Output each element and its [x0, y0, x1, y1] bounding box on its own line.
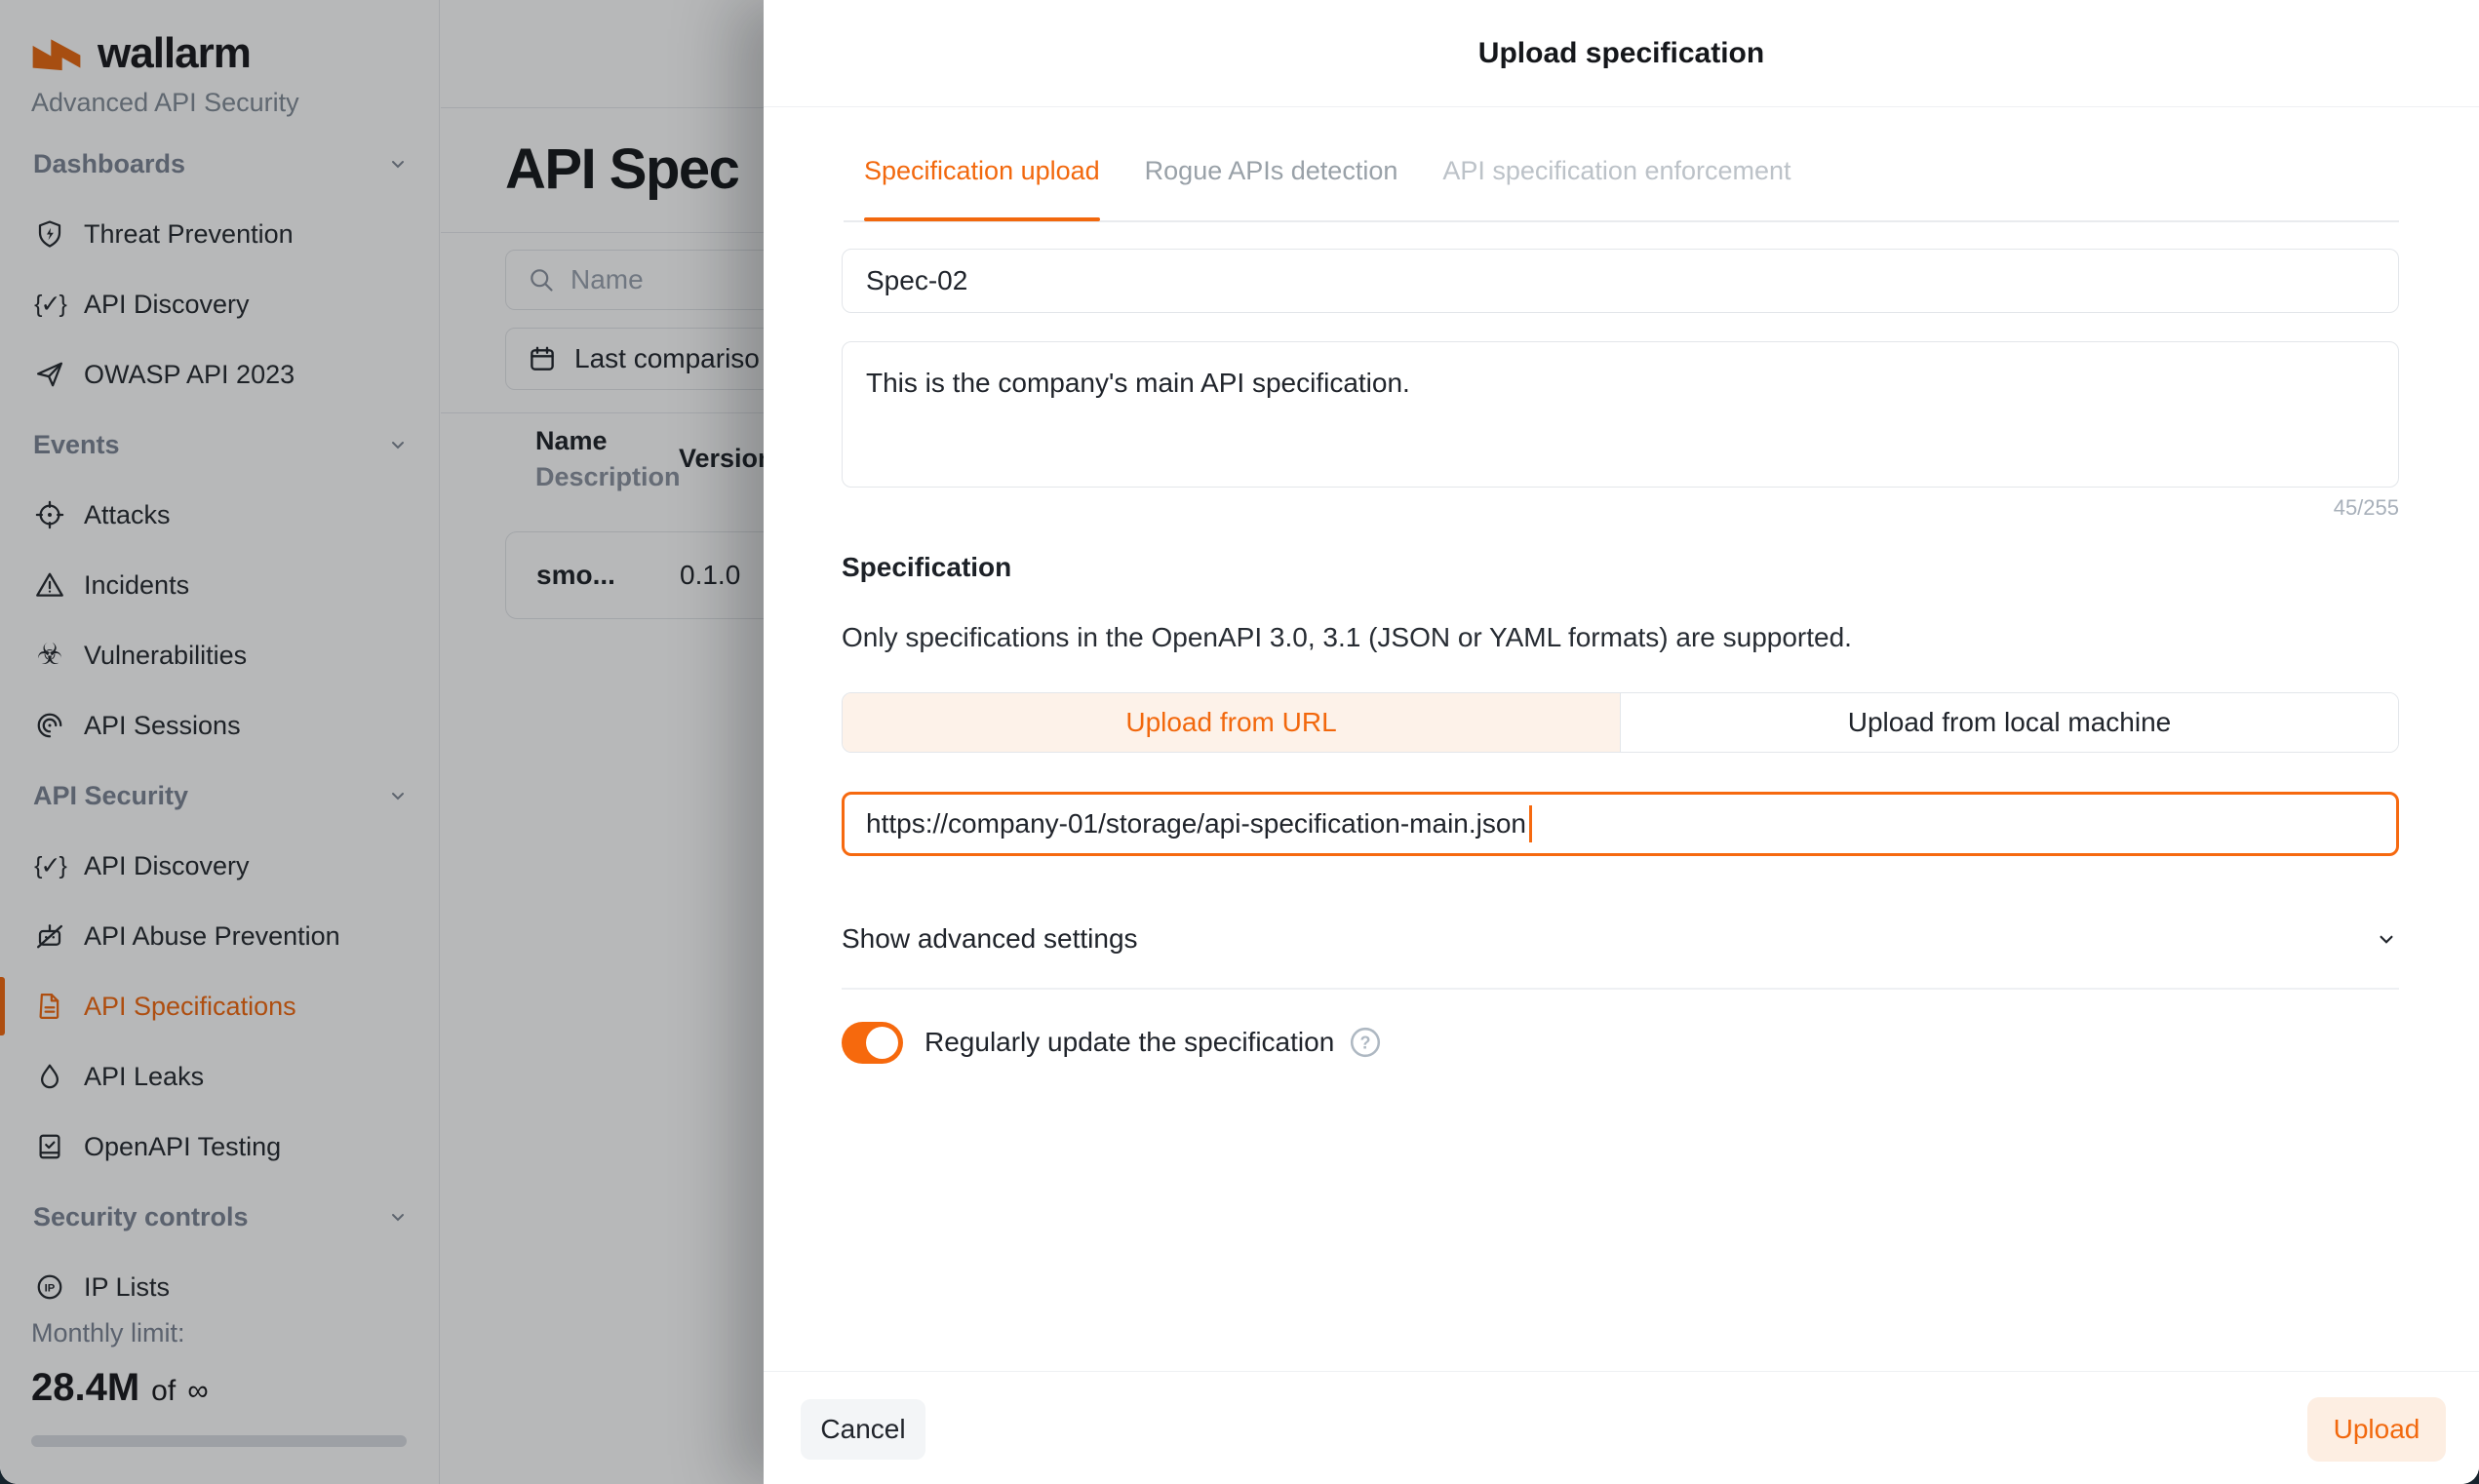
- upload-from-local-segment[interactable]: Upload from local machine: [1620, 693, 2398, 752]
- regular-update-toggle[interactable]: [842, 1022, 903, 1064]
- modal-tabs: Specification upload Rogue APIs detectio…: [864, 156, 1791, 221]
- specification-url-value: https://company-01/storage/api-specifica…: [866, 808, 1526, 840]
- cancel-button[interactable]: Cancel: [801, 1399, 925, 1460]
- advanced-divider: [842, 988, 2399, 990]
- help-question-icon[interactable]: ?: [1348, 1025, 1383, 1060]
- upload-source-segmented-control: Upload from URL Upload from local machin…: [842, 692, 2399, 753]
- tab-rogue-apis-detection[interactable]: Rogue APIs detection: [1145, 156, 1398, 221]
- regular-update-row: Regularly update the specification ?: [842, 1012, 1383, 1073]
- show-advanced-settings[interactable]: Show advanced settings: [842, 911, 2399, 967]
- spec-description-value: This is the company's main API specifica…: [866, 368, 1410, 398]
- chevron-down-icon: [2374, 926, 2399, 952]
- char-counter: 45/255: [2334, 495, 2399, 521]
- spec-description-textarea[interactable]: This is the company's main API specifica…: [842, 341, 2399, 488]
- modal-title: Upload specification: [1478, 37, 1764, 70]
- modal-header: Upload specification: [764, 0, 2479, 107]
- advanced-settings-label: Show advanced settings: [842, 923, 1138, 955]
- spec-name-input[interactable]: Spec-02: [842, 249, 2399, 313]
- regular-update-label: Regularly update the specification: [925, 1027, 1334, 1058]
- tab-specification-upload[interactable]: Specification upload: [864, 156, 1100, 221]
- upload-specification-modal: Upload specification Specification uploa…: [764, 0, 2479, 1484]
- toggle-knob: [866, 1027, 898, 1059]
- text-caret: [1529, 805, 1532, 842]
- svg-text:?: ?: [1360, 1033, 1371, 1052]
- specification-url-input[interactable]: https://company-01/storage/api-specifica…: [842, 792, 2399, 856]
- specification-section-title: Specification: [842, 552, 1011, 583]
- upload-button[interactable]: Upload: [2307, 1397, 2446, 1462]
- app-window: wallarm Advanced API Security Dashboards…: [0, 0, 2479, 1484]
- modal-footer: Cancel Upload: [764, 1371, 2479, 1484]
- spec-name-value: Spec-02: [866, 265, 967, 296]
- specification-section-hint: Only specifications in the OpenAPI 3.0, …: [842, 622, 1852, 653]
- tab-api-specification-enforcement[interactable]: API specification enforcement: [1442, 156, 1790, 221]
- upload-from-url-segment[interactable]: Upload from URL: [843, 693, 1620, 752]
